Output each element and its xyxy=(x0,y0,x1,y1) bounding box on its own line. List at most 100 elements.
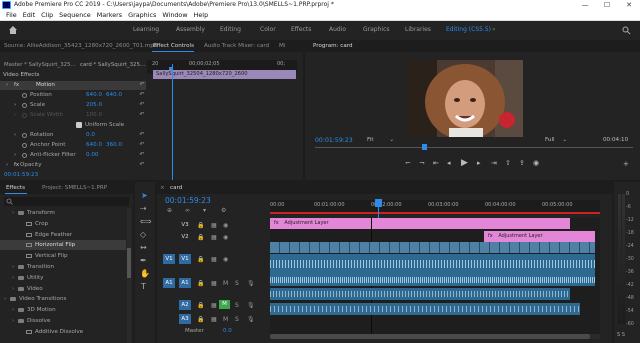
track-v1-label[interactable]: V1 xyxy=(179,254,191,264)
audio-clip-a3[interactable] xyxy=(270,303,580,315)
track-v2-label[interactable]: V2 xyxy=(179,232,191,242)
program-video-frame[interactable] xyxy=(407,60,523,137)
track-v3-label[interactable]: V3 xyxy=(179,220,191,230)
settings-icon[interactable]: + xyxy=(623,160,629,168)
lock-icon[interactable]: 🔒 xyxy=(197,222,204,229)
tab-audio-track-mixer[interactable]: Audio Track Mixer: card xyxy=(204,43,269,49)
master-volume-value[interactable]: 0.0 xyxy=(223,328,232,334)
extract-icon[interactable]: ⇪ xyxy=(519,159,525,167)
position-row[interactable]: Position 640.0 640.0 xyxy=(0,91,146,100)
position-y-value[interactable]: 640.0 xyxy=(106,92,122,98)
effects-folder-item[interactable]: › Video Transitions xyxy=(0,294,126,304)
solo-button[interactable]: S xyxy=(235,280,239,287)
workspace-graphics[interactable]: Graphics xyxy=(363,26,390,33)
lock-icon[interactable]: 🔒 xyxy=(197,256,204,263)
stopwatch-icon[interactable] xyxy=(22,93,27,98)
effects-list-item[interactable]: Horizontal Flip xyxy=(0,240,126,251)
sync-lock-icon[interactable]: ▦ xyxy=(211,256,217,263)
video-clip-strip[interactable] xyxy=(270,242,595,253)
sequence-clip-label[interactable]: card * SallySquirt_325... xyxy=(80,62,145,68)
stopwatch-icon[interactable] xyxy=(22,103,27,108)
effects-folder-item[interactable]: › Transition xyxy=(0,262,126,272)
close-button[interactable]: ✕ xyxy=(618,0,640,10)
position-x-value[interactable]: 640.0 xyxy=(86,92,102,98)
effects-scrollbar[interactable] xyxy=(127,208,131,343)
workspace-libraries[interactable]: Libraries xyxy=(405,26,431,33)
hand-tool-icon[interactable]: ✋ xyxy=(140,269,150,278)
source-v1-patch[interactable]: V1 xyxy=(163,254,175,264)
timeline-playhead-handle[interactable] xyxy=(375,199,382,207)
lock-icon[interactable]: 🔒 xyxy=(197,280,204,287)
tab-metadata[interactable]: Mi xyxy=(279,43,285,49)
solo-button[interactable]: S xyxy=(235,302,239,309)
pen-tool-icon[interactable]: ✒ xyxy=(140,256,147,265)
reset-icon[interactable]: ↶ xyxy=(139,92,145,98)
lock-icon[interactable]: 🔒 xyxy=(197,316,204,323)
meter-solo-buttons[interactable]: S S xyxy=(617,332,625,338)
effect-clip-bar[interactable]: SallySquirt_32504_1280x720_2600 xyxy=(153,70,296,79)
effects-list-item[interactable]: Edge Feather xyxy=(0,230,126,240)
sync-lock-icon[interactable]: ▦ xyxy=(211,222,217,229)
go-to-out-icon[interactable]: ⇥ xyxy=(491,159,497,167)
mark-out-icon[interactable]: ¬ xyxy=(419,159,425,167)
selection-tool-icon[interactable]: ➤ xyxy=(141,191,148,200)
reset-icon[interactable]: ↶ xyxy=(139,82,145,88)
effects-folder-item[interactable]: › Utility xyxy=(0,273,126,283)
menu-clip[interactable]: Clip xyxy=(41,11,53,19)
mute-button[interactable]: M xyxy=(223,280,228,287)
anti-flicker-value[interactable]: 0.00 xyxy=(86,152,98,158)
scale-row[interactable]: › Scale 205.0 xyxy=(0,101,146,110)
mic-icon[interactable]: 🎙 xyxy=(247,302,255,309)
maximize-button[interactable]: ☐ xyxy=(596,0,618,10)
lock-icon[interactable]: 🔒 xyxy=(197,302,204,309)
timeline-hscroll[interactable] xyxy=(270,334,600,339)
step-forward-icon[interactable]: ▸ xyxy=(477,159,481,167)
track-a3-label[interactable]: A3 xyxy=(179,314,191,324)
anchor-x-value[interactable]: 640.0 xyxy=(86,142,102,148)
sync-lock-icon[interactable]: ▦ xyxy=(211,280,217,287)
eye-icon[interactable]: ◉ xyxy=(223,222,228,229)
menu-help[interactable]: Help xyxy=(194,11,209,19)
program-playhead[interactable] xyxy=(422,144,427,150)
effects-list-item[interactable]: Crop xyxy=(0,219,126,229)
track-select-tool-icon[interactable]: ⇢ xyxy=(140,204,147,213)
quality-dropdown[interactable]: Full ⌄ xyxy=(545,137,567,143)
workspace-audio[interactable]: Audio xyxy=(329,26,346,33)
audio-clip-a2[interactable] xyxy=(270,288,570,300)
fit-dropdown[interactable]: Fit ⌄ xyxy=(367,137,394,143)
workspace-editing-cs55[interactable]: Editing (CS5.5) xyxy=(446,26,491,33)
master-clip-label[interactable]: Master * SallySquirt_325... xyxy=(4,62,76,68)
anchor-point-row[interactable]: Anchor Point 640.0 360.0 xyxy=(0,141,146,150)
effect-controls-timecode[interactable]: 00:01:59:23 xyxy=(4,172,38,178)
workspace-assembly[interactable]: Assembly xyxy=(176,26,205,33)
sync-lock-icon[interactable]: ▦ xyxy=(211,316,217,323)
reset-icon[interactable]: ↶ xyxy=(139,112,145,118)
tab-source[interactable]: Source: AllieAddison_35423_1280x720_2600… xyxy=(4,43,157,49)
effects-folder-item[interactable]: › 3D Motion xyxy=(0,305,126,315)
program-scrubber[interactable] xyxy=(315,147,633,148)
reset-icon[interactable]: ↶ xyxy=(139,152,145,158)
menu-window[interactable]: Window xyxy=(162,11,187,19)
solo-button[interactable]: S xyxy=(235,316,239,323)
type-tool-icon[interactable]: T xyxy=(141,282,146,291)
track-a1-label[interactable]: A1 xyxy=(179,278,191,288)
razor-tool-icon[interactable]: ◇ xyxy=(140,230,146,239)
timeline-tracks-area[interactable]: fx Adjustment Layer fx Adjustment Layer xyxy=(270,218,600,334)
lock-icon[interactable]: 🔒 xyxy=(197,234,204,241)
effects-list-item[interactable]: Vertical Flip xyxy=(0,251,126,261)
tab-project[interactable]: Project: SMELLS~1.PRP xyxy=(42,185,107,191)
mic-icon[interactable]: 🎙 xyxy=(247,316,255,323)
workspace-more-icon[interactable]: » xyxy=(492,26,496,33)
opacity-row[interactable]: › fx Opacity xyxy=(0,161,146,170)
stopwatch-icon[interactable] xyxy=(22,153,27,158)
go-to-in-icon[interactable]: ⇤ xyxy=(433,159,439,167)
add-marker-icon[interactable]: ▾ xyxy=(203,207,206,214)
rotation-row[interactable]: › Rotation 0.0 xyxy=(0,131,146,140)
mic-icon[interactable]: 🎙 xyxy=(247,280,255,287)
workspace-color[interactable]: Color xyxy=(260,26,276,33)
reset-icon[interactable]: ↶ xyxy=(139,162,145,168)
step-back-icon[interactable]: ◂ xyxy=(447,159,451,167)
minimize-button[interactable]: — xyxy=(574,0,596,10)
stopwatch-icon[interactable] xyxy=(22,143,27,148)
mute-button[interactable]: M xyxy=(219,300,230,309)
